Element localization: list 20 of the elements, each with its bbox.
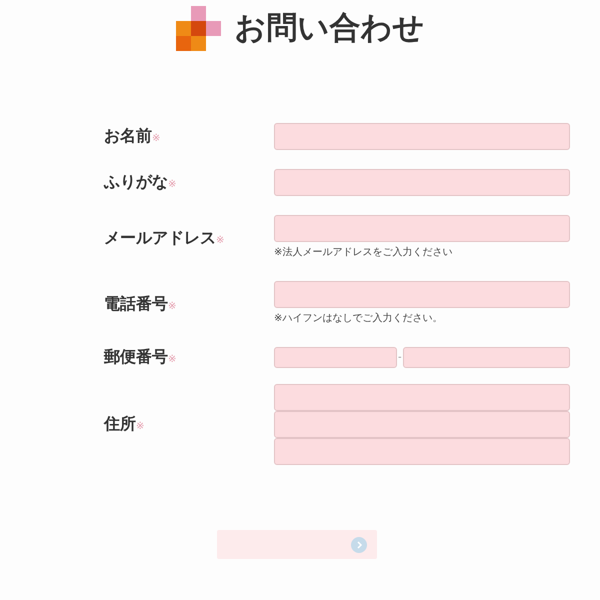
phone-field[interactable]	[274, 281, 570, 308]
field-label: ふりがな※	[104, 172, 178, 193]
field-hint: ※ハイフンはなしでご入力ください。	[274, 312, 444, 325]
field-label: 住所※	[104, 414, 146, 435]
page-title: お問い合わせ	[234, 9, 424, 48]
field-label: 郵便番号※	[104, 347, 178, 368]
text-field[interactable]	[274, 123, 570, 150]
field-label: お名前※	[104, 126, 162, 147]
text-field[interactable]	[274, 169, 570, 196]
address-field[interactable]	[274, 438, 570, 465]
email-field[interactable]	[274, 215, 570, 242]
address-field[interactable]	[274, 384, 570, 411]
field-hint: ※法人メールアドレスをご入力ください	[274, 246, 454, 259]
field-label: 電話番号※	[104, 294, 178, 315]
field-label: メールアドレス※	[104, 228, 226, 249]
logo-icon	[176, 6, 220, 50]
address-field[interactable]	[274, 411, 570, 438]
postal-code-field[interactable]	[402, 347, 570, 368]
postal-code-field[interactable]	[274, 347, 397, 368]
hyphen: -	[397, 352, 403, 363]
